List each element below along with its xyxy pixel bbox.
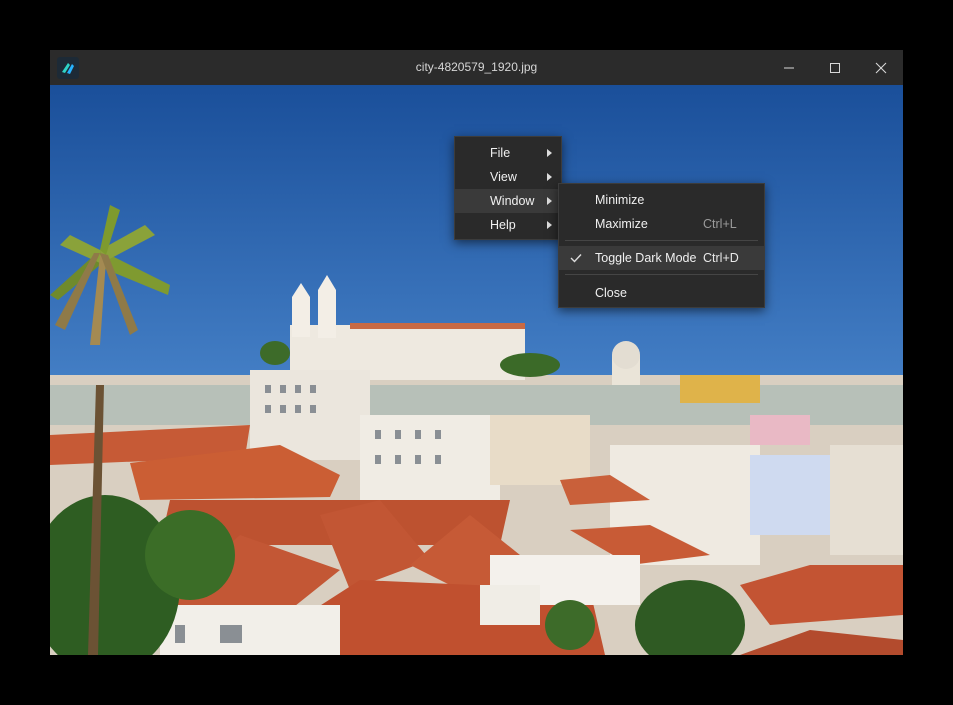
menu-item-label: View [490,170,517,184]
submenu-item-label: Maximize [595,217,648,231]
title-bar[interactable]: city-4820579_1920.jpg [50,50,903,85]
context-menu: File View Window Help [454,136,562,240]
menu-item-label: File [490,146,511,160]
submenu-item-toggle-dark-mode[interactable]: Toggle Dark Mode Ctrl+D [559,246,764,270]
menu-item-label: Help [490,218,516,232]
chevron-right-icon [547,221,552,229]
shortcut-label: Ctrl+D [703,251,739,265]
submenu-item-label: Minimize [595,193,645,207]
chevron-right-icon [547,173,552,181]
submenu-item-close[interactable]: Close [559,281,764,305]
menu-item-label: Window [490,194,535,208]
chevron-right-icon [547,149,552,157]
checkmark-icon [570,254,582,263]
submenu-item-maximize[interactable]: Maximize Ctrl+L [559,212,764,236]
close-button[interactable] [858,50,904,85]
maximize-icon [830,63,840,73]
menu-separator [565,274,758,275]
submenu-item-label: Toggle Dark Mode [595,251,697,265]
menu-item-help[interactable]: Help [455,213,561,237]
menu-item-file[interactable]: File [455,141,561,165]
menu-item-window[interactable]: Window [455,189,561,213]
close-icon [875,62,887,74]
maximize-button[interactable] [812,50,858,85]
chevron-right-icon [547,197,552,205]
submenu-item-minimize[interactable]: Minimize [559,188,764,212]
submenu-item-label: Close [595,286,627,300]
minimize-button[interactable] [766,50,812,85]
shortcut-label: Ctrl+L [703,217,737,231]
window-submenu: Minimize Maximize Ctrl+L Toggle Dark Mod… [558,183,765,308]
menu-item-view[interactable]: View [455,165,561,189]
minimize-icon [784,67,794,69]
menu-separator [565,240,758,241]
